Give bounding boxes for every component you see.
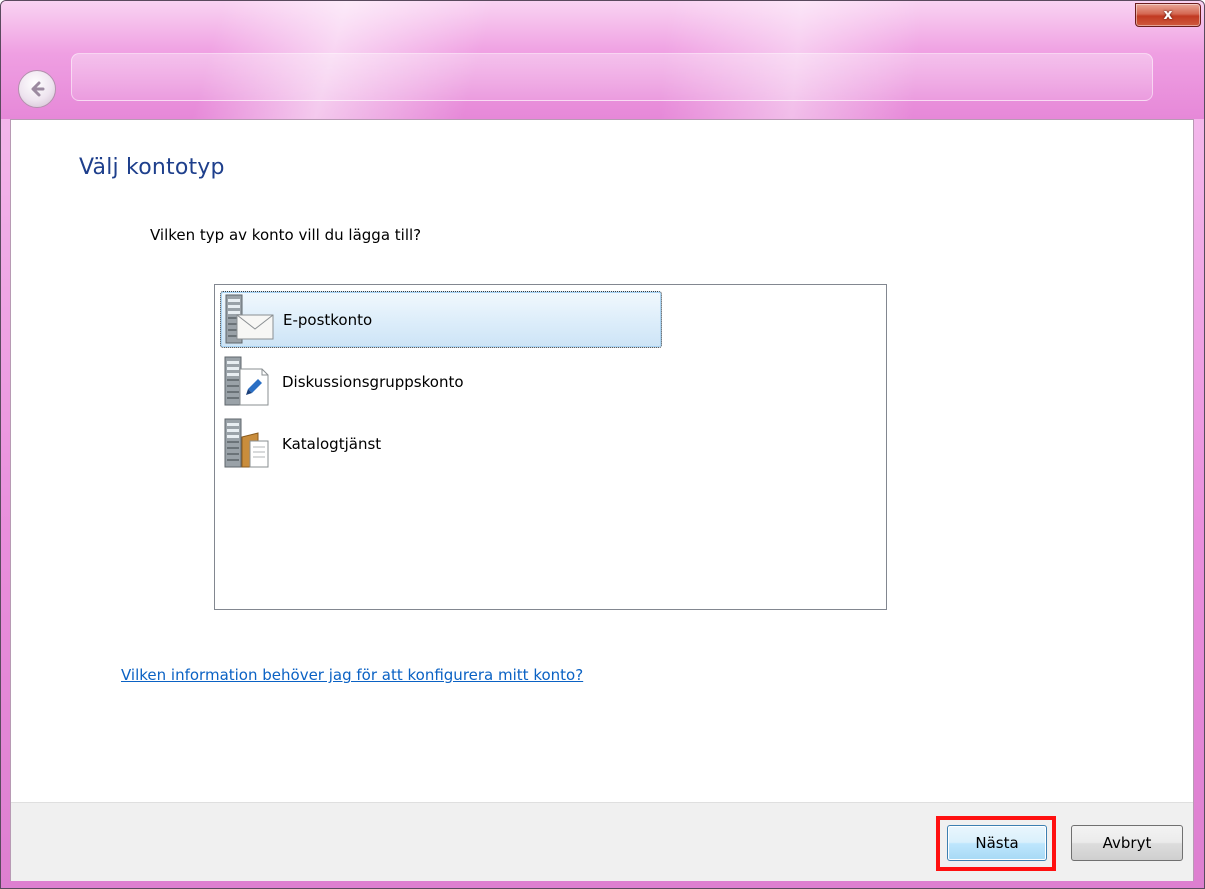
page-title: Välj kontotyp [79, 155, 225, 180]
list-item-label: Katalogtjänst [282, 434, 382, 453]
list-item-email-account[interactable]: E-postkonto [220, 291, 662, 348]
back-button[interactable] [18, 70, 56, 108]
close-button[interactable]: x [1135, 3, 1201, 27]
email-server-icon [225, 294, 274, 343]
newsgroup-server-icon [224, 356, 269, 405]
back-arrow-icon [31, 81, 45, 97]
title-bar[interactable]: x [1, 1, 1204, 119]
dialog-content: Välj kontotyp Vilken typ av konto vill d… [10, 119, 1194, 881]
button-bar: Nästa Avbryt [11, 802, 1193, 881]
list-item-label: E-postkonto [283, 310, 373, 329]
help-link[interactable]: Vilken information behöver jag för att k… [121, 666, 583, 684]
dialog-window: x Välj kontotyp Vilken typ av konto vill… [0, 0, 1205, 889]
list-item-directory-service[interactable]: Katalogtjänst [220, 415, 662, 472]
question-label: Vilken typ av konto vill du lägga till? [150, 226, 422, 244]
account-type-list[interactable]: E-postkonto Diskussionsgruppskonto Katal… [214, 284, 887, 610]
title-bar-glass [71, 53, 1153, 101]
next-button[interactable]: Nästa [947, 825, 1047, 861]
cancel-button[interactable]: Avbryt [1071, 825, 1183, 861]
list-item-label: Diskussionsgruppskonto [282, 372, 464, 391]
directory-server-icon [224, 418, 269, 467]
close-icon: x [1163, 7, 1173, 23]
list-item-newsgroup-account[interactable]: Diskussionsgruppskonto [220, 353, 662, 410]
